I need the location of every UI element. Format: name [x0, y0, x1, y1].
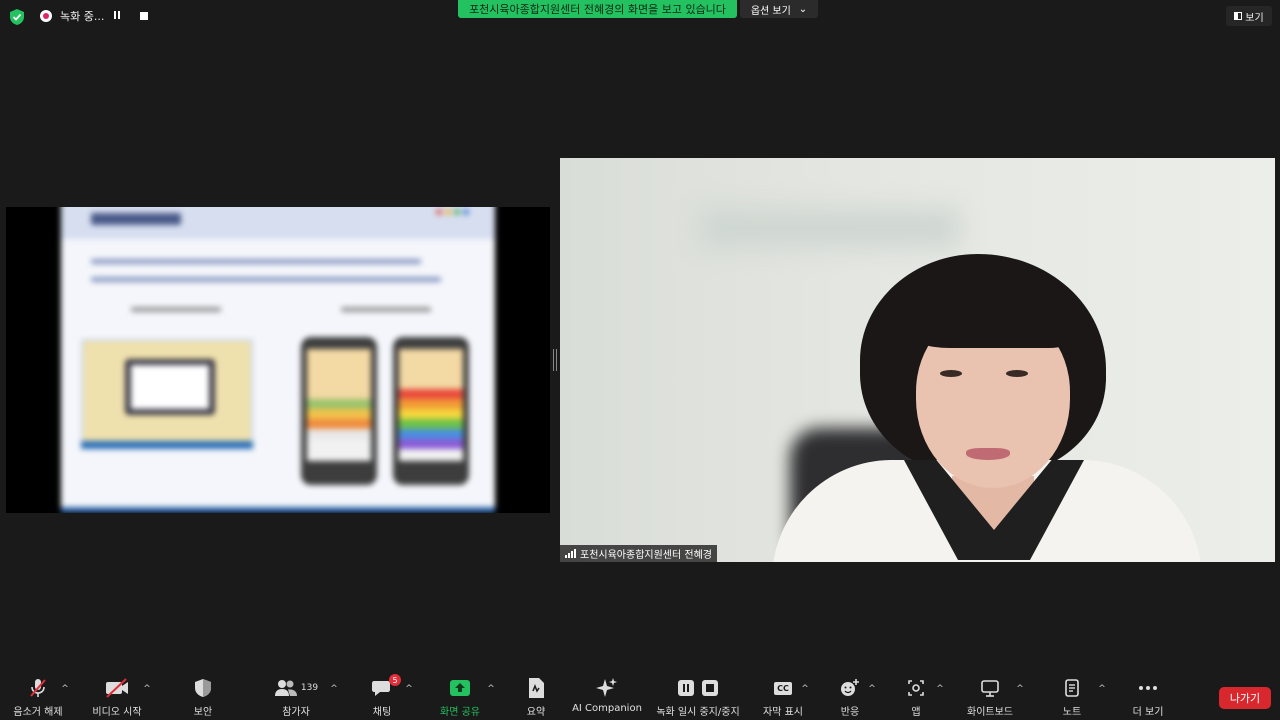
whiteboard-button[interactable]: 화이트보드 [962, 676, 1018, 720]
recording-control-button[interactable]: 녹화 일시 중지/중지 [652, 676, 744, 720]
chat-unread-badge: 5 [389, 674, 401, 686]
share-screen-label: 화면 공유 [440, 707, 480, 718]
chat-label: 채팅 [372, 707, 392, 718]
participants-options-caret[interactable]: ^ [329, 684, 339, 694]
reactions-options-caret[interactable]: ^ [867, 684, 877, 694]
shield-icon [195, 679, 211, 697]
captions-button[interactable]: CC 자막 표시 [760, 676, 806, 720]
shared-screen [6, 207, 550, 513]
ai-companion-label: AI Companion [572, 703, 642, 714]
apps-options-caret[interactable]: ^ [935, 684, 945, 694]
participant-video [560, 158, 1275, 562]
leave-button[interactable]: 나가기 [1219, 687, 1271, 709]
security-shield-icon[interactable] [8, 8, 26, 26]
stop-icon [702, 680, 718, 696]
reactions-label: 반응 [840, 707, 860, 718]
summary-label: 요약 [526, 707, 546, 718]
whiteboard-label: 화이트보드 [967, 707, 1013, 718]
security-button[interactable]: 보안 [186, 676, 220, 720]
recording-control-label: 녹화 일시 중지/중지 [656, 707, 740, 718]
share-viewing-banner: 포천시육아종합지원센터 전혜경의 화면을 보고 있습니다 [458, 0, 737, 18]
security-label: 보안 [193, 707, 213, 718]
chevron-down-icon: ⌄ [798, 3, 808, 15]
more-button[interactable]: 더 보기 [1130, 676, 1166, 720]
recording-label: 녹화 중... [60, 10, 104, 23]
summary-document-icon [529, 678, 544, 698]
share-screen-button[interactable]: 화면 공유 [436, 676, 484, 720]
share-screen-arrow-icon [450, 680, 470, 696]
participants-button[interactable]: 139 참가자 [270, 676, 322, 720]
audio-options-caret[interactable]: ^ [60, 684, 70, 694]
chat-options-caret[interactable]: ^ [404, 684, 414, 694]
pause-icon [678, 680, 694, 696]
view-button[interactable]: 보기 [1226, 6, 1272, 26]
participants-label: 참가자 [282, 707, 310, 718]
participant-name: 포천시육아종합지원센터 전혜경 [580, 550, 712, 561]
recording-indicator: 녹화 중... [34, 4, 160, 28]
video-options-caret[interactable]: ^ [142, 684, 152, 694]
whiteboard-options-caret[interactable]: ^ [1015, 684, 1025, 694]
shared-slide-image [61, 207, 495, 513]
split-view-handle[interactable] [553, 349, 557, 371]
more-dots-icon [1139, 686, 1157, 690]
pause-recording-icon[interactable] [112, 11, 122, 21]
whiteboard-icon [981, 680, 999, 697]
captions-label: 자막 표시 [763, 707, 803, 718]
participants-count: 139 [300, 683, 319, 693]
chat-button[interactable]: 5 채팅 [368, 674, 401, 720]
apps-label: 앱 [911, 707, 921, 718]
video-camera-off-icon [106, 678, 128, 698]
start-video-button[interactable]: 비디오 시작 [86, 676, 148, 720]
share-options-caret[interactable]: ^ [486, 684, 496, 694]
participants-icon [274, 680, 297, 696]
captions-options-caret[interactable]: ^ [800, 684, 810, 694]
apps-icon [908, 680, 924, 696]
layout-icon [1234, 12, 1243, 20]
microphone-muted-icon [30, 679, 46, 697]
sparkle-icon [596, 678, 617, 697]
recording-dot-icon [40, 10, 52, 22]
more-label: 더 보기 [1132, 707, 1164, 718]
reactions-button[interactable]: 반응 [836, 676, 864, 720]
start-video-label: 비디오 시작 [92, 707, 142, 718]
ai-companion-button[interactable]: AI Companion [572, 676, 642, 720]
view-options-label: 옵션 보기 [750, 5, 791, 17]
unmute-button[interactable]: 음소거 해제 [8, 676, 68, 720]
summary-button[interactable]: 요약 [522, 676, 550, 720]
notes-options-caret[interactable]: ^ [1097, 684, 1107, 694]
signal-strength-icon [565, 549, 576, 558]
top-bar: 녹화 중... 포천시육아종합지원센터 전혜경의 화면을 보고 있습니다 옵션 … [0, 0, 1280, 34]
apps-button[interactable]: 앱 [904, 676, 928, 720]
notes-label: 노트 [1062, 707, 1082, 718]
stop-recording-icon[interactable] [140, 12, 148, 20]
participant-name-tag: 포천시육아종합지원센터 전혜경 [560, 545, 717, 562]
view-label: 보기 [1245, 12, 1264, 24]
view-options-button[interactable]: 옵션 보기 ⌄ [740, 0, 818, 18]
smiley-plus-icon [841, 679, 859, 696]
notes-button[interactable]: 노트 [1060, 676, 1084, 720]
closed-captions-icon: CC [774, 681, 792, 695]
notes-icon [1065, 679, 1079, 697]
meeting-toolbar: 음소거 해제 ^ 비디오 시작 ^ 보안 139 참가자 ^ 5 채팅 ^ 화면… [0, 672, 1280, 720]
unmute-label: 음소거 해제 [13, 707, 63, 718]
